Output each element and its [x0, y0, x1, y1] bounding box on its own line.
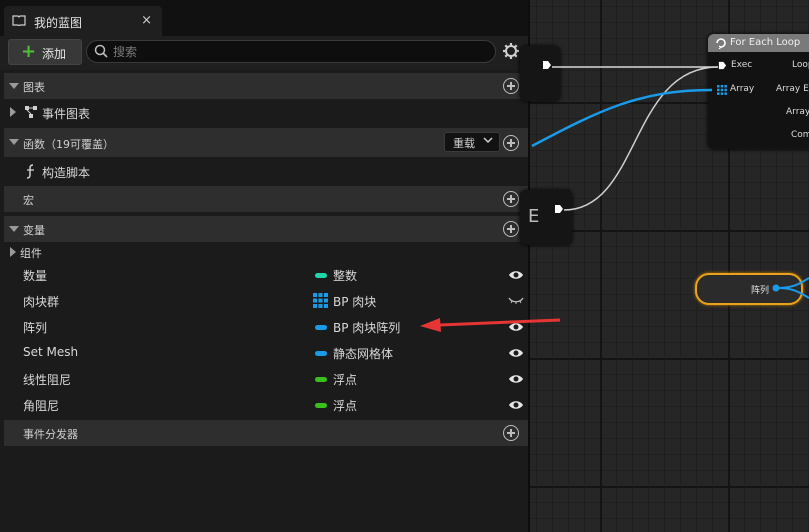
override-dropdown-label: 重载	[453, 137, 475, 150]
eye-icon[interactable]	[508, 399, 524, 411]
variable-row[interactable]: 阵列 BP 肉块阵列	[4, 314, 528, 340]
tab-title: 我的蓝图	[34, 16, 83, 30]
add-button[interactable]: + 添加	[8, 39, 82, 65]
add-macro-icon[interactable]	[503, 191, 519, 207]
eye-icon[interactable]	[508, 321, 524, 333]
variable-type[interactable]: BP 肉块阵列	[333, 319, 400, 336]
type-pill-icon	[315, 377, 327, 382]
variable-type[interactable]: BP 肉块	[333, 293, 376, 310]
panel-titlebar: 我的蓝图 ×	[0, 0, 528, 36]
variable-type[interactable]: 浮点	[333, 371, 357, 388]
variable-row[interactable]: Set Mesh 静态网格体	[4, 340, 528, 366]
type-pill-icon	[315, 325, 327, 330]
expand-arrow-icon[interactable]	[10, 107, 16, 117]
gear-icon[interactable]	[502, 42, 520, 60]
array-node-label: 阵列	[751, 286, 770, 296]
add-graph-icon[interactable]	[503, 78, 519, 94]
eye-closed-icon[interactable]	[508, 295, 524, 307]
section-macros-label: 宏	[23, 194, 34, 207]
node-title-fragment: E	[528, 206, 540, 227]
pin-array-label: Array	[730, 84, 755, 94]
variable-type[interactable]: 静态网格体	[333, 345, 393, 362]
for-each-loop-node[interactable]: For Each Loop Exec Loop Array Array Ele …	[708, 34, 809, 149]
collapse-arrow-icon	[9, 226, 19, 232]
variable-row[interactable]: 肉块群 BP 肉块	[4, 288, 528, 314]
variable-row[interactable]: 线性阻尼 浮点	[4, 366, 528, 392]
event-graph-label: 事件图表	[42, 107, 91, 121]
my-blueprint-panel: 我的蓝图 × + 添加 图表	[0, 0, 530, 532]
close-icon[interactable]: ×	[141, 13, 152, 28]
components-label: 组件	[20, 247, 42, 260]
node-header: For Each Loop	[708, 34, 809, 52]
section-functions[interactable]: 函数（19可覆盖） 重载	[4, 128, 528, 157]
list-item-components[interactable]: 组件	[4, 242, 528, 262]
add-button-label: 添加	[42, 47, 67, 61]
blueprint-book-icon	[12, 15, 26, 26]
add-dispatcher-icon[interactable]	[503, 425, 519, 441]
override-dropdown[interactable]: 重载	[444, 132, 500, 152]
construction-script-label: 构造脚本	[42, 166, 91, 180]
tab-my-blueprint[interactable]: 我的蓝图 ×	[4, 6, 162, 36]
variable-row[interactable]: 数量 整数	[4, 262, 528, 288]
node-title: For Each Loop	[730, 37, 801, 48]
list-item-event-graph[interactable]: 事件图表	[4, 99, 528, 125]
section-dispatchers-label: 事件分发器	[23, 428, 78, 441]
type-pill-icon	[315, 351, 327, 356]
section-graphs-label: 图表	[23, 81, 45, 94]
expand-arrow-icon[interactable]	[10, 247, 16, 257]
exec-pin-icon[interactable]	[718, 61, 727, 70]
variable-row[interactable]: 角阻尼 浮点	[4, 392, 528, 418]
pin-array-index-label: Array	[786, 107, 809, 117]
event-graph-icon	[25, 106, 37, 118]
search-input[interactable]	[111, 42, 485, 62]
variable-name: 阵列	[23, 321, 48, 335]
pin-exec-label: Exec	[731, 60, 753, 70]
plus-icon: +	[21, 41, 37, 62]
list-item-construction-script[interactable]: 构造脚本	[4, 158, 528, 184]
pin-array-element-label: Array Ele	[776, 84, 809, 94]
variable-name: Set Mesh	[23, 345, 79, 359]
add-variable-icon[interactable]	[503, 221, 519, 237]
function-icon	[26, 164, 34, 179]
exec-pin-icon[interactable]	[554, 204, 564, 214]
variable-type[interactable]: 浮点	[333, 397, 357, 414]
section-variables[interactable]: 变量	[4, 216, 528, 242]
eye-icon[interactable]	[508, 269, 524, 281]
variable-name: 肉块群	[23, 295, 60, 309]
type-pill-icon	[315, 273, 327, 278]
collapse-arrow-icon	[9, 83, 19, 89]
chevron-down-icon	[483, 137, 493, 144]
section-graphs[interactable]: 图表	[4, 73, 528, 99]
pin-completed-label: Com	[791, 130, 809, 140]
section-functions-label: 函数（19可覆盖）	[23, 138, 114, 151]
type-pill-icon	[315, 403, 327, 408]
toolbar: + 添加	[0, 36, 528, 70]
search-icon	[94, 44, 108, 58]
eye-icon[interactable]	[508, 347, 524, 359]
section-macros[interactable]: 宏	[4, 186, 528, 212]
graph-node-partial[interactable]	[520, 46, 560, 101]
pin-loop-label: Loop	[792, 60, 809, 70]
variable-type[interactable]: 整数	[333, 267, 357, 284]
eye-icon[interactable]	[508, 373, 524, 385]
section-variables-label: 变量	[23, 224, 45, 237]
add-function-icon[interactable]	[503, 135, 519, 151]
array-variable-node[interactable]: 阵列	[695, 273, 803, 305]
graph-node-partial[interactable]: E	[520, 190, 572, 245]
array-pin-icon[interactable]	[717, 85, 727, 95]
collapse-arrow-icon	[9, 139, 19, 145]
array-output-pin-icon[interactable]	[772, 284, 780, 292]
exec-pin-icon[interactable]	[542, 60, 552, 70]
array-grid-icon	[313, 293, 328, 308]
variable-name: 线性阻尼	[23, 373, 72, 387]
loop-icon	[716, 38, 726, 49]
section-event-dispatchers[interactable]: 事件分发器	[4, 420, 528, 446]
search-box	[86, 40, 496, 63]
variable-name: 角阻尼	[23, 399, 60, 413]
variable-name: 数量	[23, 269, 48, 283]
